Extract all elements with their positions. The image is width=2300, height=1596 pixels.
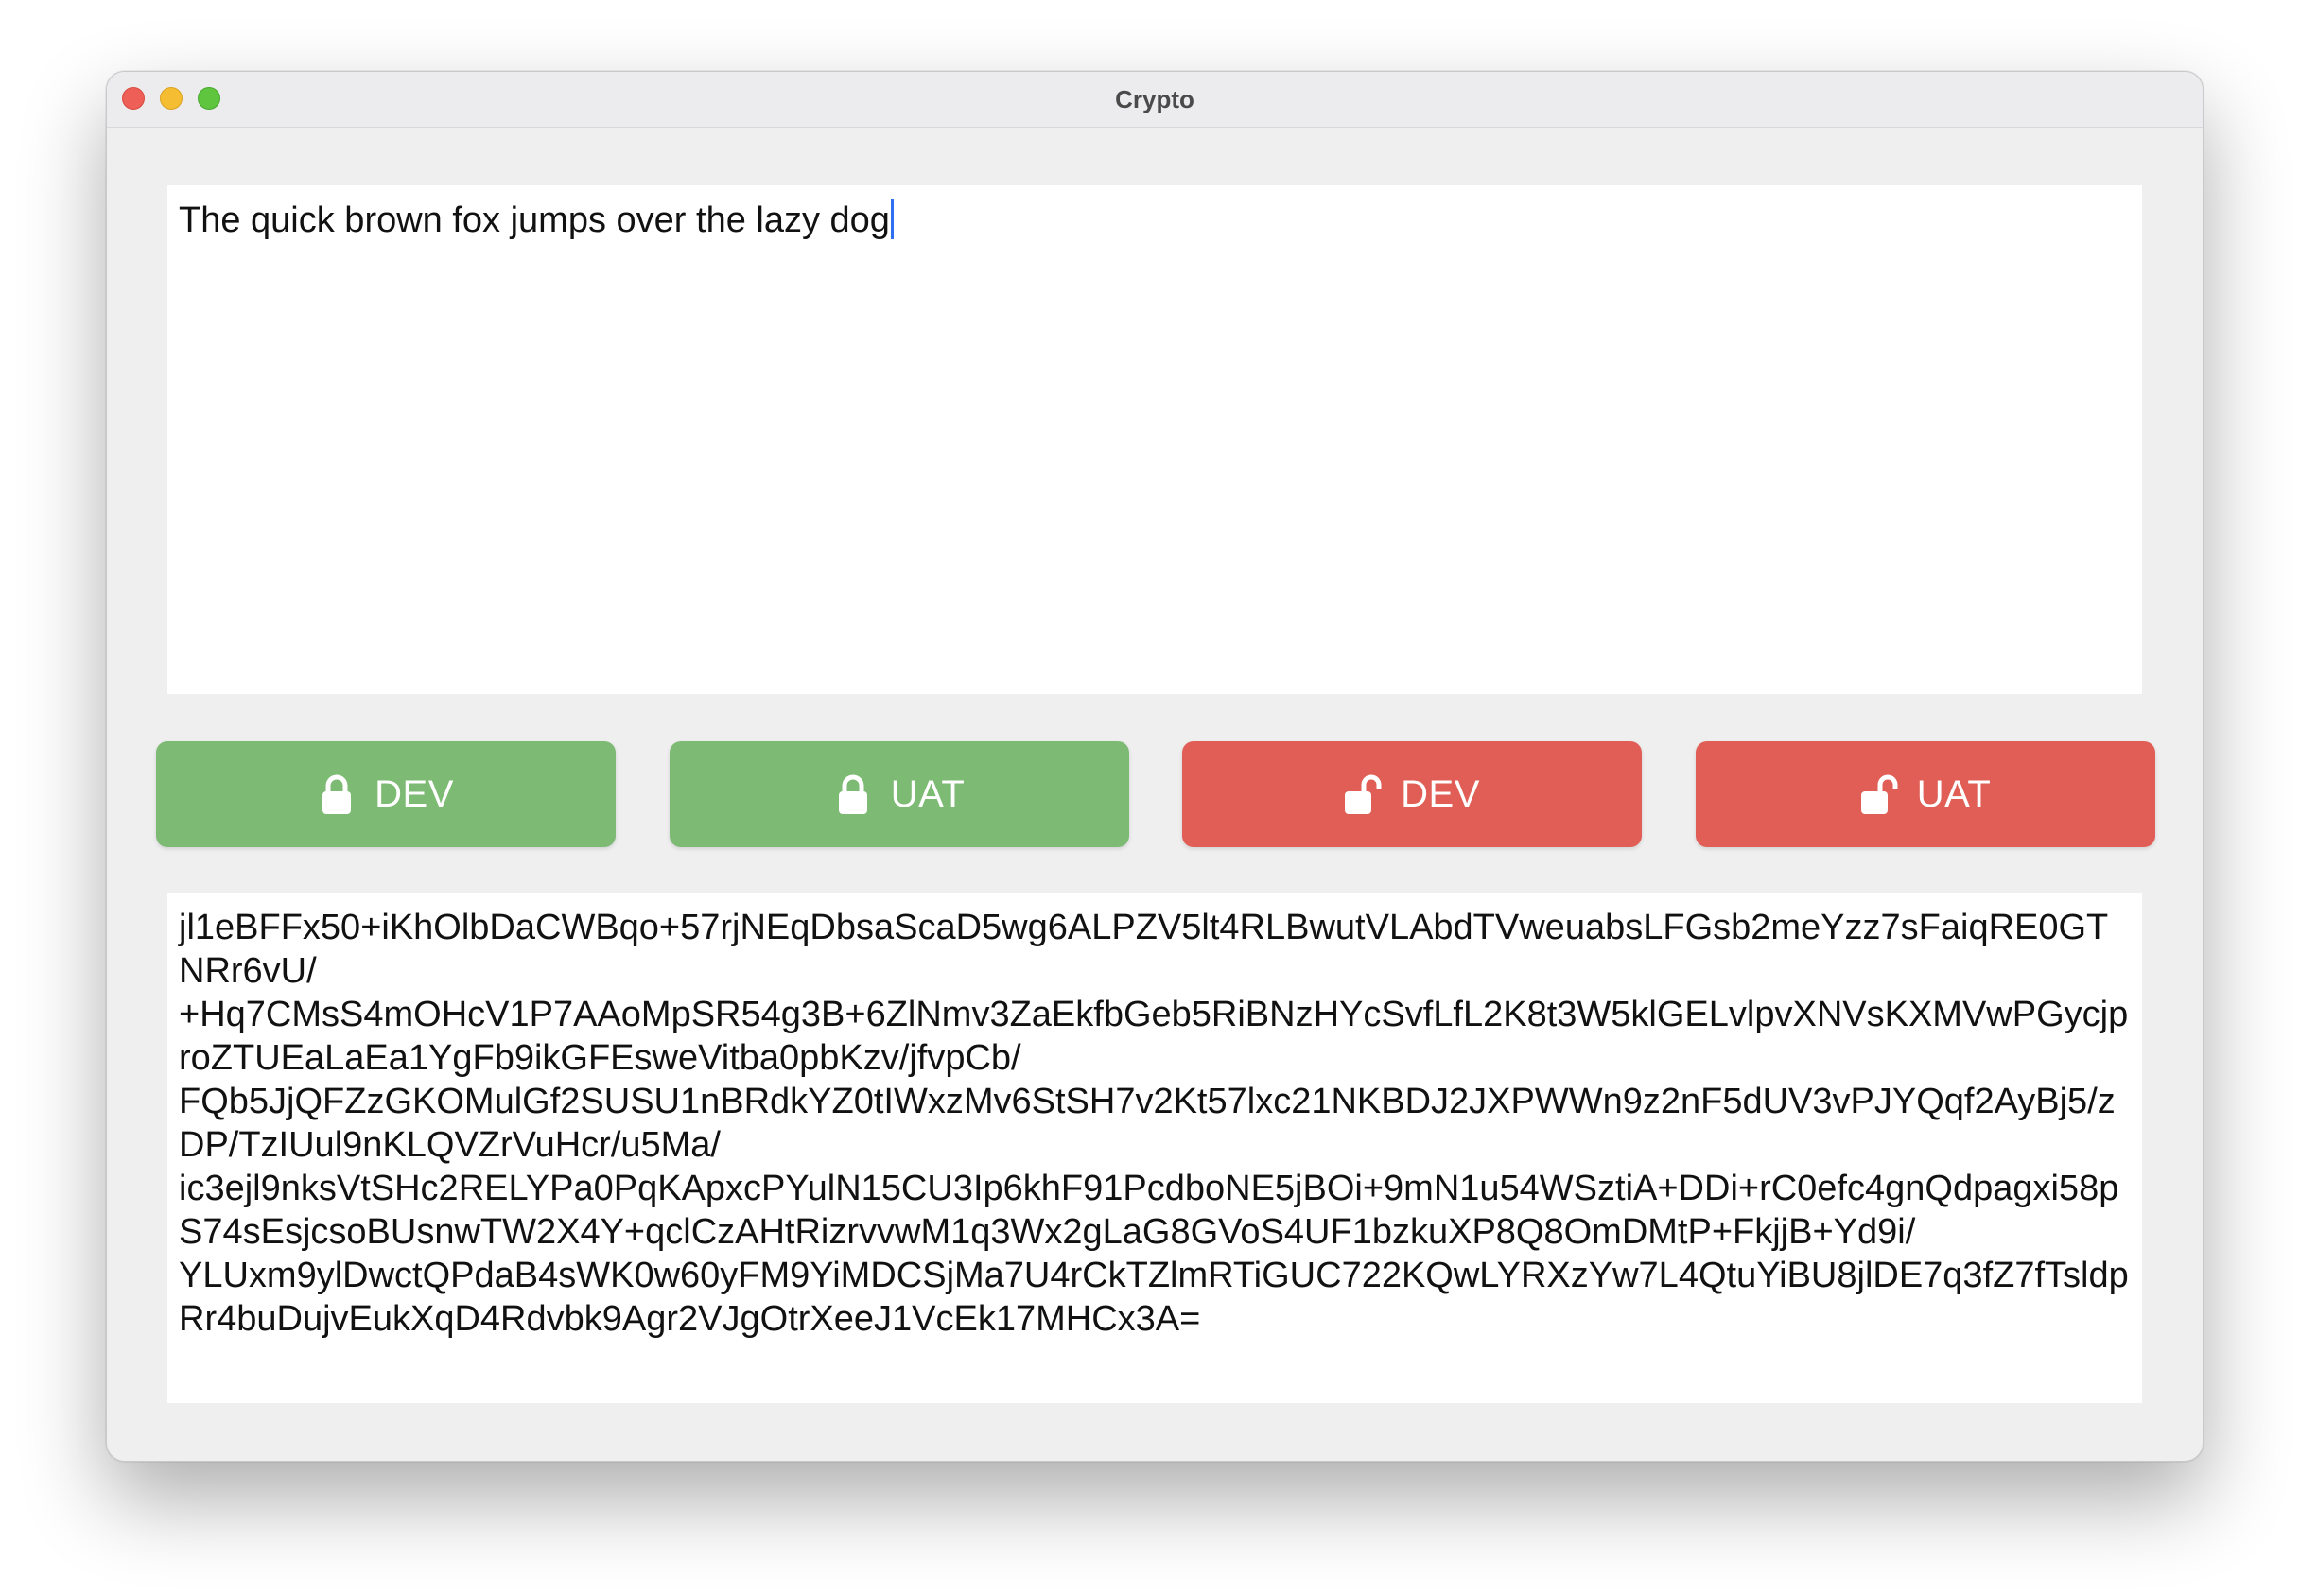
- plaintext-input[interactable]: The quick brown fox jumps over the lazy …: [167, 185, 2142, 694]
- text-caret: [890, 200, 894, 239]
- lock-icon: [318, 773, 356, 815]
- app-window: Crypto The quick brown fox jumps over th…: [106, 71, 2204, 1462]
- decrypt-uat-button[interactable]: UAT: [1696, 741, 2155, 847]
- title-bar[interactable]: Crypto: [107, 72, 2203, 128]
- ciphertext-output[interactable]: jl1eBFFx50+iKhOlbDaCWBqo+57rjNEqDbsaScaD…: [167, 893, 2142, 1403]
- encrypt-uat-button[interactable]: UAT: [670, 741, 1129, 847]
- ciphertext-value: jl1eBFFx50+iKhOlbDaCWBqo+57rjNEqDbsaScaD…: [179, 908, 2129, 1339]
- decrypt-dev-label: DEV: [1401, 772, 1480, 815]
- lock-icon: [834, 773, 872, 815]
- encrypt-dev-button[interactable]: DEV: [156, 741, 616, 847]
- decrypt-uat-label: UAT: [1916, 772, 1992, 815]
- window-title: Crypto: [1115, 85, 1194, 113]
- encrypt-uat-label: UAT: [890, 772, 966, 815]
- unlock-icon: [1860, 773, 1898, 815]
- plaintext-value: The quick brown fox jumps over the lazy …: [179, 200, 890, 240]
- unlock-icon: [1344, 773, 1382, 815]
- encrypt-dev-label: DEV: [375, 772, 454, 815]
- action-buttons: DEV UAT DEV UAT: [156, 741, 2155, 847]
- decrypt-dev-button[interactable]: DEV: [1182, 741, 1642, 847]
